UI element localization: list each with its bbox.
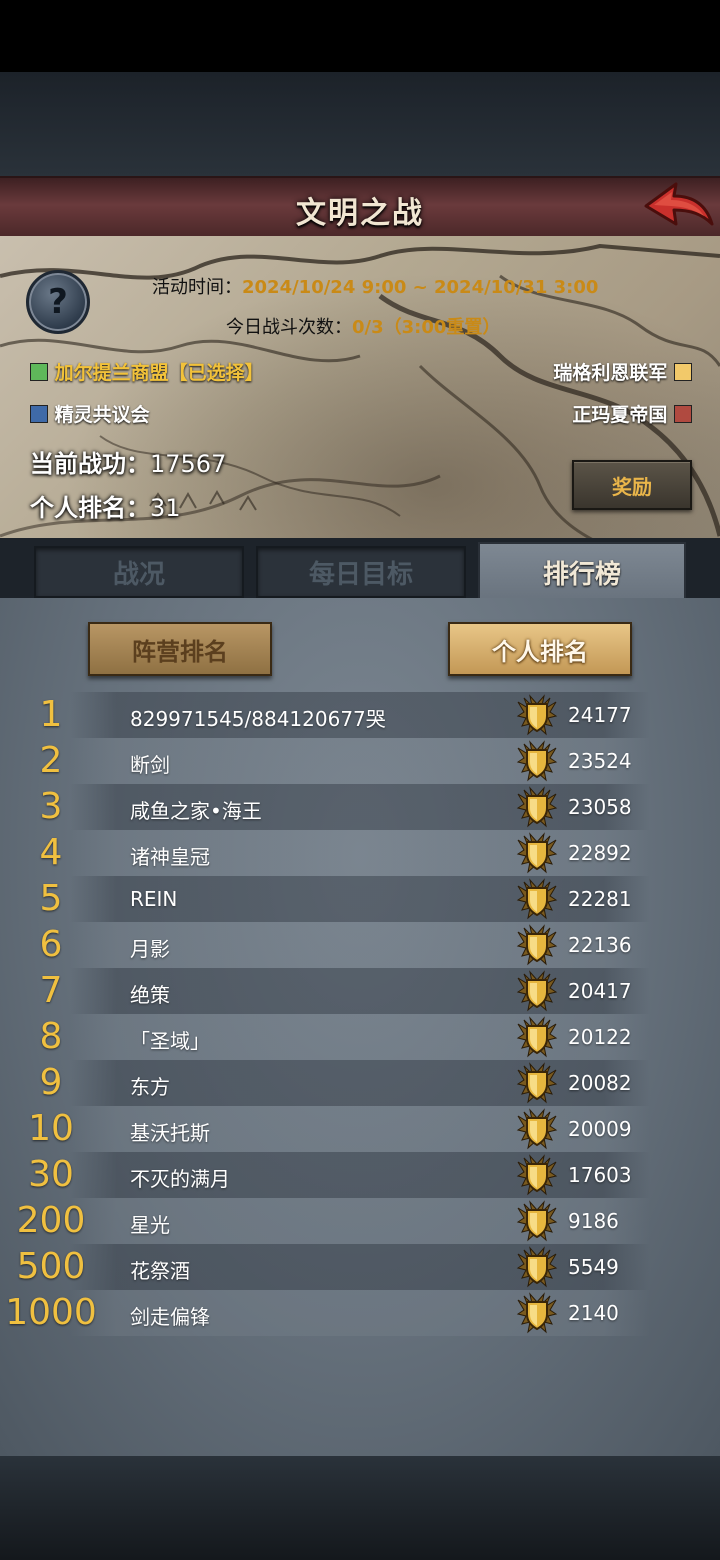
score-value: 23524 (568, 749, 632, 773)
player-name: 东方 (130, 1075, 170, 1099)
rank-number: 500 (16, 1246, 86, 1287)
gold-shield-medal-icon (516, 832, 558, 874)
score-value: 20417 (568, 979, 632, 1003)
table-row: 2 断剑 23524 (0, 738, 720, 784)
ranking-list: 1 829971545/884120677哭 24177 2 断剑 23524 3 咸鱼之家•… (0, 692, 720, 1336)
rank-number: 10 (28, 1108, 74, 1149)
score-value: 22281 (568, 887, 632, 911)
table-row: 500 花祭酒 5549 (0, 1244, 720, 1290)
rank-number: 2 (39, 740, 63, 781)
gold-shield-medal-icon (516, 1292, 558, 1334)
gold-shield-medal-icon (516, 1154, 558, 1196)
page-title: 文明之战 (296, 196, 424, 231)
faction-galtilan: 加尔提兰商盟【已选择】 (30, 358, 264, 385)
score-value: 17603 (568, 1163, 632, 1187)
table-row: 8 「圣域」 20122 (0, 1014, 720, 1060)
rank-number: 200 (16, 1200, 86, 1241)
player-name: 剑走偏锋 (130, 1305, 210, 1329)
table-row: 10 基沃托斯 20009 (0, 1106, 720, 1152)
gold-shield-medal-icon (516, 878, 558, 920)
table-row: 4 诸神皇冠 22892 (0, 830, 720, 876)
player-name: 咸鱼之家•海王 (130, 799, 262, 823)
rank-number: 5 (39, 878, 63, 919)
player-name: 诸神皇冠 (130, 845, 210, 869)
player-name: 花祭酒 (130, 1259, 190, 1283)
player-name: 月影 (130, 937, 170, 961)
rank-number: 30 (28, 1154, 74, 1195)
score-value: 5549 (568, 1255, 619, 1279)
rank-number: 8 (39, 1016, 63, 1057)
tab-daily-goals[interactable]: 每日目标 (256, 546, 466, 598)
table-row: 3 咸鱼之家•海王 23058 (0, 784, 720, 830)
rank-number: 1000 (5, 1292, 97, 1333)
bottom-band (0, 1456, 720, 1560)
gold-shield-medal-icon (516, 1246, 558, 1288)
player-name: REIN (130, 887, 178, 911)
rank-number: 6 (39, 924, 63, 965)
rank-number: 4 (39, 832, 63, 873)
rank-number: 7 (39, 970, 63, 1011)
tab-leaderboard[interactable]: 排行榜 (478, 542, 686, 600)
personal-rank: 个人排名：31 (30, 494, 181, 522)
gold-shield-medal-icon (516, 694, 558, 736)
score-value: 20009 (568, 1117, 632, 1141)
score-value: 22892 (568, 841, 632, 865)
table-row: 200 星光 9186 (0, 1198, 720, 1244)
faction-color-swatch (674, 405, 692, 423)
question-icon: ? (48, 282, 68, 322)
table-row: 6 月影 22136 (0, 922, 720, 968)
score-value: 22136 (568, 933, 632, 957)
tab-battle-status[interactable]: 战况 (34, 546, 244, 598)
score-value: 20082 (568, 1071, 632, 1095)
player-name: 「圣域」 (130, 1029, 210, 1053)
faction-ranking-button[interactable]: 阵营排名 (88, 622, 272, 676)
reward-button[interactable]: 奖励 (572, 460, 692, 510)
table-row: 1000 剑走偏锋 2140 (0, 1290, 720, 1336)
table-row: 7 绝策 20417 (0, 968, 720, 1014)
table-row: 1 829971545/884120677哭 24177 (0, 692, 720, 738)
player-name: 星光 (130, 1213, 170, 1237)
back-arrow-icon (644, 182, 714, 226)
faction-color-swatch (30, 363, 48, 381)
back-button[interactable] (640, 178, 720, 238)
player-name: 829971545/884120677哭 (130, 707, 386, 731)
gold-shield-medal-icon (516, 1062, 558, 1104)
current-merit: 当前战功：17567 (30, 450, 227, 478)
score-value: 9186 (568, 1209, 619, 1233)
table-row: 9 东方 20082 (0, 1060, 720, 1106)
gold-shield-medal-icon (516, 740, 558, 782)
gold-shield-medal-icon (516, 1200, 558, 1242)
event-time: 活动时间：2024/10/24 9:00 ~ 2024/10/31 3:00 (152, 277, 599, 298)
player-name: 绝策 (130, 983, 170, 1007)
faction-regelion: 瑞格利恩联军 (553, 358, 692, 385)
title-bar: 文明之战 (0, 176, 720, 240)
score-value: 20122 (568, 1025, 632, 1049)
top-status-band (0, 72, 720, 178)
faction-color-swatch (674, 363, 692, 381)
player-name: 断剑 (130, 753, 170, 777)
score-value: 2140 (568, 1301, 619, 1325)
gold-shield-medal-icon (516, 1016, 558, 1058)
gold-shield-medal-icon (516, 970, 558, 1012)
faction-color-swatch (30, 405, 48, 423)
rank-number: 1 (39, 694, 63, 735)
table-row: 30 不灭的满月 17603 (0, 1152, 720, 1198)
gold-shield-medal-icon (516, 786, 558, 828)
score-value: 23058 (568, 795, 632, 819)
player-name: 不灭的满月 (130, 1167, 230, 1191)
faction-elves: 精灵共议会 (30, 400, 150, 427)
battle-count: 今日战斗次数：0/3（3:00重置） (226, 317, 501, 338)
help-button[interactable]: ? (26, 270, 90, 334)
faction-zhengma: 正玛夏帝国 (572, 400, 692, 427)
rank-number: 3 (39, 786, 63, 827)
tab-bar: 战况 每日目标 排行榜 (0, 538, 720, 600)
gold-shield-medal-icon (516, 1108, 558, 1150)
personal-ranking-button[interactable]: 个人排名 (448, 622, 632, 676)
rank-number: 9 (39, 1062, 63, 1103)
gold-shield-medal-icon (516, 924, 558, 966)
score-value: 24177 (568, 703, 632, 727)
player-name: 基沃托斯 (130, 1121, 210, 1145)
table-row: 5 REIN 22281 (0, 876, 720, 922)
